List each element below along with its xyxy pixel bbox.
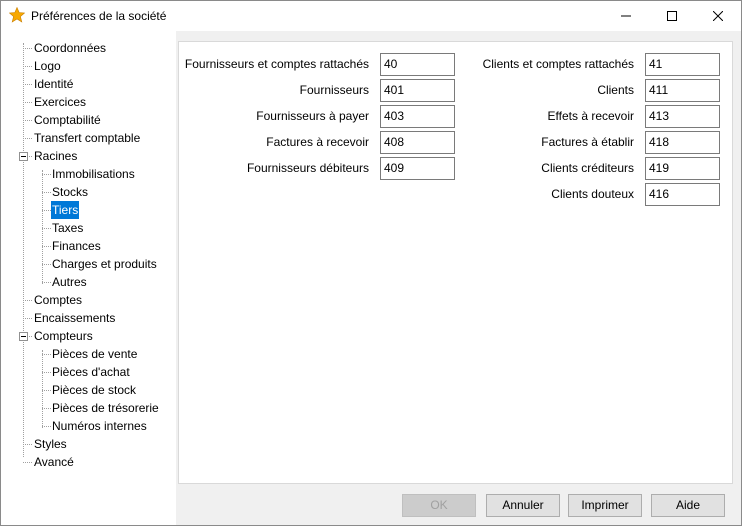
tree-connector	[23, 66, 32, 68]
tree-item-encaissements[interactable]: Encaissements	[33, 309, 116, 327]
tree-item-racines[interactable]: Racines	[33, 147, 78, 165]
tree-connector	[42, 282, 51, 284]
clients-douteux-field[interactable]: 416	[645, 183, 720, 206]
minimize-button[interactable]	[603, 1, 649, 31]
help-button[interactable]: Aide	[651, 494, 725, 517]
clients-douteux-label: Clients douteux	[551, 187, 634, 201]
collapse-toggle-icon[interactable]	[19, 332, 28, 341]
factures-a-recevoir-field[interactable]: 408	[380, 131, 455, 154]
close-button[interactable]	[695, 1, 741, 31]
clients-field[interactable]: 411	[645, 79, 720, 102]
factures-a-recevoir-label: Factures à recevoir	[266, 135, 369, 149]
tree-connector	[42, 372, 51, 374]
tree-connector	[23, 120, 32, 122]
tree-connector	[23, 138, 32, 140]
settings-tree: Coordonnées Logo Identité Exercices Comptabi…	[1, 31, 176, 525]
tree-connector	[42, 170, 44, 284]
fournisseurs-field[interactable]: 401	[380, 79, 455, 102]
tree-connector	[42, 264, 51, 266]
tree-item-taxes[interactable]: Taxes	[51, 219, 84, 237]
tree-item-pieces-de-stock[interactable]: Pièces de stock	[51, 381, 137, 399]
tree-item-identite[interactable]: Identité	[33, 75, 74, 93]
fournisseurs-et-comptes-rattaches-label: Fournisseurs et comptes rattachés	[184, 57, 369, 71]
tree-connector	[23, 48, 32, 50]
fournisseurs-debiteurs-field[interactable]: 409	[380, 157, 455, 180]
preferences-window: Préférences de la société Coordonnées Log…	[0, 0, 742, 526]
factures-a-etablir-field[interactable]: 418	[645, 131, 720, 154]
tree-item-styles[interactable]: Styles	[33, 435, 68, 453]
tree-item-pieces-d-achat[interactable]: Pièces d'achat	[51, 363, 131, 381]
tree-item-numeros-internes[interactable]: Numéros internes	[51, 417, 148, 435]
close-icon	[713, 11, 723, 21]
minimize-icon	[621, 15, 631, 17]
tree-item-comptes[interactable]: Comptes	[33, 291, 83, 309]
maximize-button[interactable]	[649, 1, 695, 31]
tree-item-compteurs[interactable]: Compteurs	[33, 327, 94, 345]
tree-item-logo[interactable]: Logo	[33, 57, 62, 75]
star-icon	[9, 7, 25, 23]
tree-connector	[42, 408, 51, 410]
tree-connector	[42, 426, 51, 428]
tree-item-exercices[interactable]: Exercices	[33, 93, 87, 111]
fournisseurs-a-payer-field[interactable]: 403	[380, 105, 455, 128]
tree-connector	[42, 354, 51, 356]
tree-item-pieces-de-vente[interactable]: Pièces de vente	[51, 345, 138, 363]
tree-connector	[23, 444, 32, 446]
tree-connector	[42, 192, 51, 194]
tree-connector	[42, 210, 51, 212]
print-button[interactable]: Imprimer	[568, 494, 642, 517]
cancel-button[interactable]: Annuler	[486, 494, 560, 517]
clients-label: Clients	[597, 83, 634, 97]
clients-crediteurs-label: Clients créditeurs	[541, 161, 634, 175]
fournisseurs-debiteurs-label: Fournisseurs débiteurs	[246, 161, 369, 175]
tree-item-charges-et-produits[interactable]: Charges et produits	[51, 255, 158, 273]
ok-button[interactable]: OK	[402, 494, 476, 517]
factures-a-etablir-label: Factures à établir	[541, 135, 634, 149]
clients-crediteurs-field[interactable]: 419	[645, 157, 720, 180]
tree-connector	[42, 246, 51, 248]
effets-a-recevoir-label: Effets à recevoir	[547, 109, 634, 123]
clients-et-comptes-rattaches-label: Clients et comptes rattachés	[482, 57, 634, 71]
tree-item-finances[interactable]: Finances	[51, 237, 102, 255]
tree-connector	[42, 228, 51, 230]
tree-item-stocks[interactable]: Stocks	[51, 183, 89, 201]
tree-item-comptabilite[interactable]: Comptabilité	[33, 111, 102, 129]
collapse-toggle-icon[interactable]	[19, 152, 28, 161]
tree-connector	[23, 300, 32, 302]
maximize-icon	[667, 11, 677, 21]
tree-connector	[42, 390, 51, 392]
tree-item-avance[interactable]: Avancé	[33, 453, 75, 471]
tree-item-pieces-de-tresorerie[interactable]: Pièces de trésorerie	[51, 399, 160, 417]
title-bar: Préférences de la société	[1, 1, 741, 31]
effets-a-recevoir-field[interactable]: 413	[645, 105, 720, 128]
tree-connector	[23, 102, 32, 104]
tree-connector	[23, 462, 32, 464]
tree-item-coordonnees[interactable]: Coordonnées	[33, 39, 107, 57]
tree-item-immobilisations[interactable]: Immobilisations	[51, 165, 136, 183]
tree-item-transfert-comptable[interactable]: Transfert comptable	[33, 129, 141, 147]
tree-item-autres[interactable]: Autres	[51, 273, 88, 291]
tree-item-tiers[interactable]: Tiers	[51, 201, 80, 219]
tree-connector	[23, 318, 32, 320]
window-title: Préférences de la société	[31, 9, 167, 23]
fournisseurs-et-comptes-rattaches-field[interactable]: 40	[380, 53, 455, 76]
tree-connector	[23, 43, 25, 457]
fournisseurs-a-payer-label: Fournisseurs à payer	[256, 109, 369, 123]
tree-connector	[42, 350, 44, 428]
fournisseurs-label: Fournisseurs	[299, 83, 369, 97]
tree-connector	[23, 84, 32, 86]
clients-et-comptes-rattaches-field[interactable]: 41	[645, 53, 720, 76]
tree-connector	[42, 174, 51, 176]
